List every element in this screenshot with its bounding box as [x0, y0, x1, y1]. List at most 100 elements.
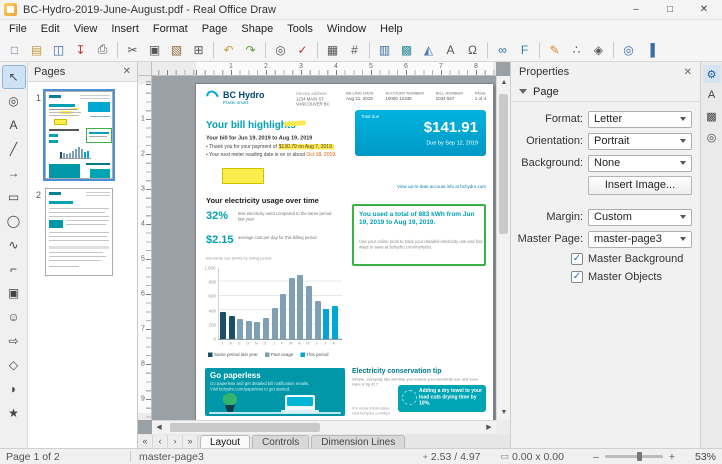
glue-points-icon[interactable]: ◈ [588, 40, 609, 60]
usage-summary-annotation-box[interactable]: You used a total of 883 kWh from Jun 19,… [352, 204, 486, 266]
zoom-icon[interactable]: ◎ [618, 40, 639, 60]
gallery-tab-icon[interactable]: ▩ [703, 107, 721, 125]
callout-shapes-tool[interactable]: ◗ [3, 378, 25, 400]
tab-controls[interactable]: Controls [252, 435, 310, 448]
background-select[interactable]: None [588, 154, 692, 172]
maximize-button[interactable]: □ [656, 0, 684, 19]
insert-line-tool[interactable]: ╱ [3, 138, 25, 160]
tab-dimension-lines[interactable]: Dimension Lines [311, 435, 406, 448]
last-page-button[interactable]: » [183, 435, 198, 448]
helplines-icon[interactable]: # [344, 40, 365, 60]
menu-insert[interactable]: Insert [104, 20, 146, 38]
scroll-left-icon[interactable]: ◀ [152, 421, 166, 435]
menu-help[interactable]: Help [373, 20, 410, 38]
next-page-button[interactable]: › [168, 435, 183, 448]
previous-page-button[interactable]: ‹ [153, 435, 168, 448]
menu-shape[interactable]: Shape [234, 20, 280, 38]
page-1-thumbnail[interactable] [43, 89, 115, 181]
display-grid-icon[interactable]: ▦ [322, 40, 343, 60]
redo-icon[interactable]: ↷ [240, 40, 261, 60]
master-page-select[interactable]: master-page3 [588, 230, 692, 248]
scroll-right-icon[interactable]: ▶ [482, 421, 496, 435]
copy-icon[interactable]: ▣ [144, 40, 165, 60]
curves-and-polygons-tool[interactable]: ∿ [3, 234, 25, 256]
open-icon[interactable]: ▤ [26, 40, 47, 60]
cut-icon[interactable]: ✂ [122, 40, 143, 60]
zoom-out-button[interactable]: – [590, 451, 602, 463]
lines-and-arrows-tool[interactable]: → [3, 162, 25, 184]
margin-select[interactable]: Custom [588, 208, 692, 226]
format-select[interactable]: Letter [588, 110, 692, 128]
insert-chart-icon[interactable]: ◭ [418, 40, 439, 60]
properties-tab-icon[interactable]: ⚙ [702, 65, 721, 83]
menu-window[interactable]: Window [320, 20, 373, 38]
scroll-up-icon[interactable]: ▲ [497, 76, 511, 90]
menu-format[interactable]: Format [146, 20, 195, 38]
basic-shapes-tool[interactable]: ▣ [3, 282, 25, 304]
zoom-level[interactable]: 53% [684, 451, 716, 463]
page-section-header[interactable]: Page [511, 82, 700, 102]
find-replace-icon[interactable]: ◎ [270, 40, 291, 60]
section-collapse-icon[interactable] [519, 89, 527, 94]
horizontal-scrollbar-thumb[interactable] [170, 423, 320, 432]
insert-image-icon[interactable]: ▩ [396, 40, 417, 60]
paste-icon[interactable]: ▧ [166, 40, 187, 60]
ellipse-tool[interactable]: ◯ [3, 210, 25, 232]
minimize-button[interactable]: – [622, 0, 650, 19]
drawing-canvas[interactable]: BC Hydro Power smart Service address: 12… [152, 76, 496, 420]
yellow-highlight-annotation[interactable] [283, 120, 307, 127]
select-tool[interactable]: ↖ [1, 65, 26, 89]
menu-edit[interactable]: Edit [34, 20, 67, 38]
points-icon[interactable]: ∴ [566, 40, 587, 60]
block-arrows-tool[interactable]: ⇨ [3, 330, 25, 352]
tab-layout[interactable]: Layout [200, 435, 251, 448]
insert-table-icon[interactable]: ▥ [374, 40, 395, 60]
rectangle-tool[interactable]: ▭ [3, 186, 25, 208]
new-icon[interactable]: □ [4, 40, 25, 60]
flowchart-tool[interactable]: ◇ [3, 354, 25, 376]
close-window-button[interactable]: ✕ [690, 0, 718, 19]
undo-icon[interactable]: ↶ [218, 40, 239, 60]
navigator-tab-icon[interactable]: ◎ [703, 128, 721, 146]
vertical-scrollbar-thumb[interactable] [499, 94, 508, 234]
first-page-button[interactable]: « [138, 435, 153, 448]
zoom-in-button[interactable]: + [666, 451, 678, 463]
master-objects-checkbox[interactable]: ✓ [571, 271, 583, 283]
menu-file[interactable]: File [2, 20, 34, 38]
stars-and-banners-tool[interactable]: ★ [3, 402, 25, 424]
spelling-icon[interactable]: ✓ [292, 40, 313, 60]
properties-panel-close-icon[interactable]: ✕ [684, 67, 692, 78]
fontwork-icon[interactable]: F [514, 40, 535, 60]
format-value: Letter [594, 113, 623, 125]
menu-page[interactable]: Page [195, 20, 235, 38]
master-background-checkbox[interactable]: ✓ [571, 253, 583, 265]
page-2-thumbnail[interactable] [45, 188, 113, 276]
insert-text-box-tool[interactable]: A [3, 114, 25, 136]
export-pdf-icon[interactable]: ↧ [70, 40, 91, 60]
pages-panel-close-icon[interactable]: ✕ [123, 66, 131, 77]
orientation-select[interactable]: Portrait [588, 132, 692, 150]
special-character-icon[interactable]: Ω [462, 40, 483, 60]
horizontal-scrollbar[interactable]: ◀ ▶ [152, 420, 496, 434]
yellow-rectangle-annotation[interactable] [222, 168, 264, 184]
sidebar-toggle-icon[interactable]: ▐ [640, 40, 661, 60]
scroll-down-icon[interactable]: ▼ [497, 406, 511, 420]
symbol-shapes-tool[interactable]: ☺ [3, 306, 25, 328]
insert-text-box-icon[interactable]: A [440, 40, 461, 60]
menu-view[interactable]: View [67, 20, 105, 38]
save-icon[interactable]: ◫ [48, 40, 69, 60]
connectors-tool[interactable]: ⌐ [3, 258, 25, 280]
zoom-slider-thumb[interactable] [637, 452, 643, 461]
show-draw-functions-icon[interactable]: ✎ [544, 40, 565, 60]
clone-formatting-icon[interactable]: ⊞ [188, 40, 209, 60]
zoom-slider[interactable] [605, 452, 663, 461]
styles-tab-icon[interactable]: A [703, 86, 721, 104]
menu-tools[interactable]: Tools [280, 20, 320, 38]
titlebar: BC-Hydro-2019-June-August.pdf - Real Off… [0, 0, 722, 20]
print-icon[interactable]: ⎙ [92, 40, 113, 60]
insert-image-button[interactable]: Insert Image... [588, 175, 692, 195]
vertical-scrollbar[interactable]: ▲ ▼ [496, 76, 510, 420]
hyperlink-icon[interactable]: ∞ [492, 40, 513, 60]
pdf-page[interactable]: BC Hydro Power smart Service address: 12… [196, 84, 493, 420]
zoom-tool[interactable]: ◎ [3, 90, 25, 112]
